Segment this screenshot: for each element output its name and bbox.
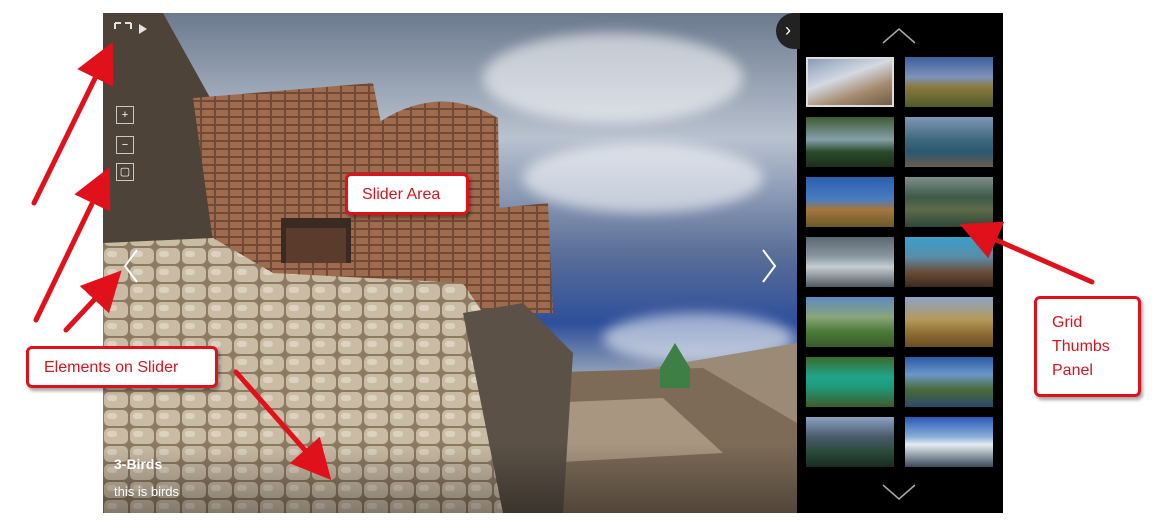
callout-elements-on-slider: Elements on Slider xyxy=(26,346,218,388)
arrow-to-caption xyxy=(233,369,332,481)
arrow-to-thumbs-panel xyxy=(959,221,1095,285)
annotation-arrows xyxy=(31,42,1095,481)
callout-slider-area: Slider Area xyxy=(345,173,469,215)
arrow-to-fullscreen xyxy=(31,42,114,206)
callout-grid-thumbs-panel: Grid Thumbs Panel xyxy=(1034,296,1141,397)
arrow-to-prev-arrow xyxy=(63,270,122,333)
